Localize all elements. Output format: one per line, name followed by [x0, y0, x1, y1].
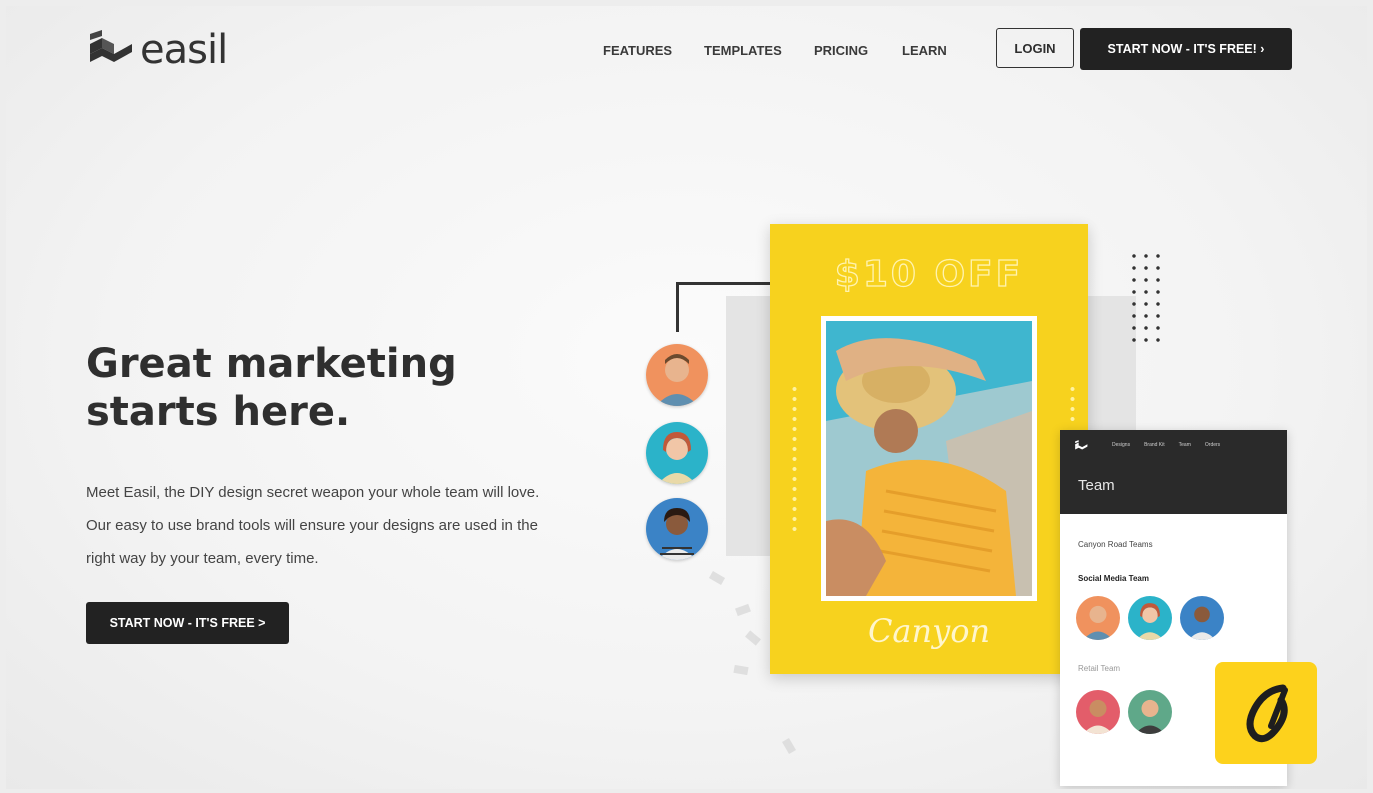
retail-team-label: Retail Team — [1078, 664, 1121, 673]
retail-member-avatar — [1076, 690, 1120, 734]
nav-pricing[interactable]: PRICING — [814, 43, 868, 58]
social-member-avatar — [1076, 596, 1120, 640]
decor-fragment — [782, 737, 796, 755]
panel-nav-item: Designs — [1112, 442, 1131, 448]
hero-description: Meet Easil, the DIY design secret weapon… — [86, 484, 540, 567]
retail-member-avatar — [1128, 690, 1172, 734]
social-team-label: Social Media Team — [1078, 574, 1149, 583]
team-avatar-2 — [646, 422, 708, 484]
dot-grid-decoration — [1128, 250, 1164, 346]
decor-fragment — [733, 664, 749, 676]
login-button[interactable]: LOGIN — [996, 28, 1074, 68]
brand-badge — [1215, 662, 1317, 764]
social-member-avatar — [1180, 596, 1224, 640]
brand-name: easil — [140, 27, 228, 73]
team-panel-title: Team — [1078, 477, 1115, 494]
poster-photo — [821, 316, 1037, 601]
decor-fragment — [745, 630, 761, 646]
team-avatar-1 — [646, 344, 708, 406]
brand-badge-icon — [1246, 684, 1288, 743]
nav-learn[interactable]: LEARN — [902, 43, 947, 58]
team-group-label: Canyon Road Teams — [1078, 540, 1153, 549]
promo-poster-card: $10 OFF Canyon — [770, 224, 1088, 674]
panel-nav-item: Team — [1178, 442, 1191, 448]
hero-headline: Great marketing starts here. — [86, 340, 586, 436]
headline-line-2: starts here. — [86, 389, 351, 435]
decor-fragment — [708, 571, 726, 585]
team-panel-header: Designs Brand Kit Team Orders Team — [1060, 430, 1287, 514]
poster-title: $10 OFF — [834, 253, 1024, 295]
team-panel-nav: Designs Brand Kit Team Orders — [1112, 442, 1220, 448]
start-now-header-button[interactable]: START NOW - IT'S FREE! › — [1080, 28, 1292, 70]
page: easil FEATURES TEMPLATES PRICING LEARN .… — [6, 6, 1367, 789]
headline-line-1: Great marketing — [86, 341, 457, 387]
easil-logo-icon — [90, 30, 132, 62]
nav-features[interactable]: FEATURES — [603, 43, 672, 58]
poster-script-text: Canyon — [867, 612, 991, 650]
start-now-hero-button[interactable]: START NOW - IT'S FREE > — [86, 602, 289, 644]
poster-dot-decoration — [792, 384, 797, 534]
panel-nav-item: Orders — [1204, 442, 1221, 448]
connector-line — [676, 282, 776, 332]
social-member-avatar — [1128, 596, 1172, 640]
poster-dot-decoration — [1070, 384, 1075, 424]
easil-logo[interactable]: easil — [86, 27, 228, 73]
team-avatar-3 — [646, 498, 708, 560]
nav-templates[interactable]: TEMPLATES — [704, 43, 782, 58]
panel-nav-item: Brand Kit — [1144, 442, 1165, 448]
decor-fragment — [735, 603, 751, 617]
easil-logo-icon — [1075, 440, 1088, 450]
